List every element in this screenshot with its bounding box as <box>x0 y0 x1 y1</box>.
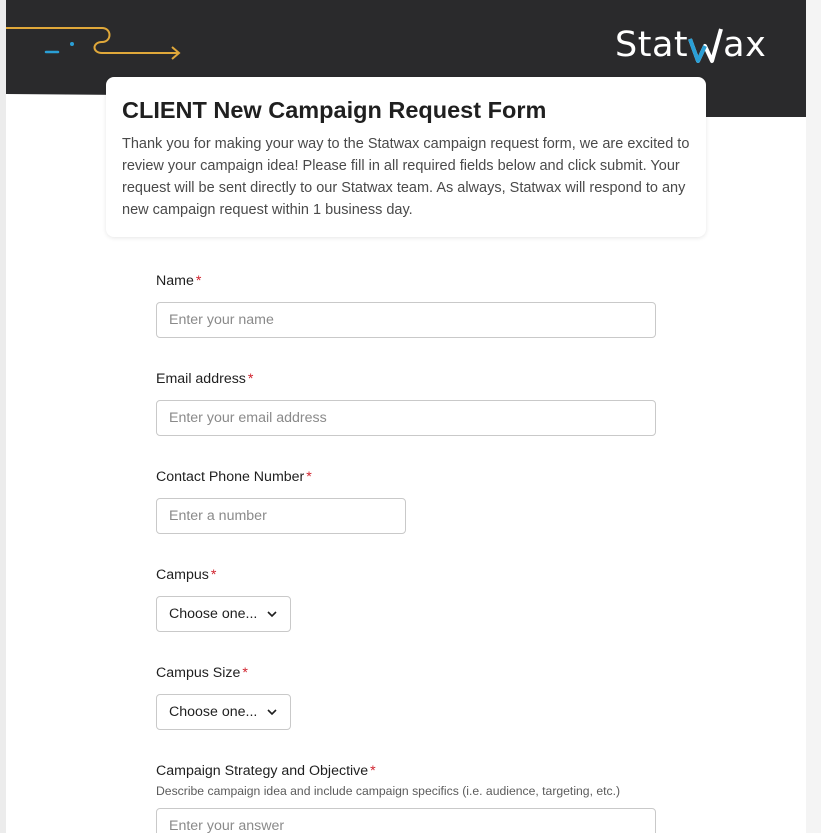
required-asterisk: * <box>242 665 248 681</box>
field-email: Email address * Enter your email address <box>156 370 656 436</box>
chevron-down-icon <box>267 611 277 618</box>
required-asterisk: * <box>370 763 376 779</box>
required-asterisk: * <box>247 371 254 387</box>
strategy-input[interactable]: Enter your answer <box>156 808 656 833</box>
scrollbar-track[interactable] <box>806 0 821 833</box>
form-description: Thank you for making your way to the Sta… <box>122 136 690 218</box>
campus-select[interactable]: Choose one... <box>156 596 291 632</box>
field-campus: Campus * Choose one... <box>156 566 291 632</box>
field-phone: Contact Phone Number * Enter a number <box>156 468 406 534</box>
chevron-down-icon <box>267 709 277 716</box>
form-header-card: CLIENT New Campaign Request Form Thank y… <box>106 77 706 237</box>
field-strategy: Campaign Strategy and Objective * Describ… <box>156 762 656 833</box>
campus-size-label: Campus Size * <box>156 665 248 681</box>
field-name: Name * Enter your name <box>156 272 656 338</box>
field-campus-size: Campus Size * Choose one... <box>156 664 291 730</box>
name-label: Name * <box>156 273 202 289</box>
phone-input[interactable]: Enter a number <box>156 498 406 534</box>
campus-label: Campus * <box>156 567 217 583</box>
logo-text-prefix: Stat <box>615 25 689 65</box>
required-asterisk: * <box>195 273 202 289</box>
email-input[interactable]: Enter your email address <box>156 400 656 436</box>
strategy-help-text: Describe campaign idea and include campa… <box>156 784 621 798</box>
phone-label: Contact Phone Number * <box>156 469 312 485</box>
form-title: CLIENT New Campaign Request Form <box>122 97 547 123</box>
logo-text-suffix: ax <box>723 25 767 65</box>
name-input[interactable]: Enter your name <box>156 302 656 338</box>
strategy-label: Campaign Strategy and Objective * <box>156 763 376 779</box>
campus-size-select[interactable]: Choose one... <box>156 694 291 730</box>
campus-size-select-value: Choose one... <box>169 704 258 720</box>
logo-w-mark <box>688 28 724 63</box>
email-label: Email address * <box>156 371 254 387</box>
required-asterisk: * <box>306 469 312 485</box>
statwax-logo: Stat ax <box>615 22 785 68</box>
required-asterisk: * <box>210 567 217 583</box>
campus-select-value: Choose one... <box>169 606 258 622</box>
form-page: Stat ax CLIENT New Campaign Request Form… <box>6 0 806 833</box>
